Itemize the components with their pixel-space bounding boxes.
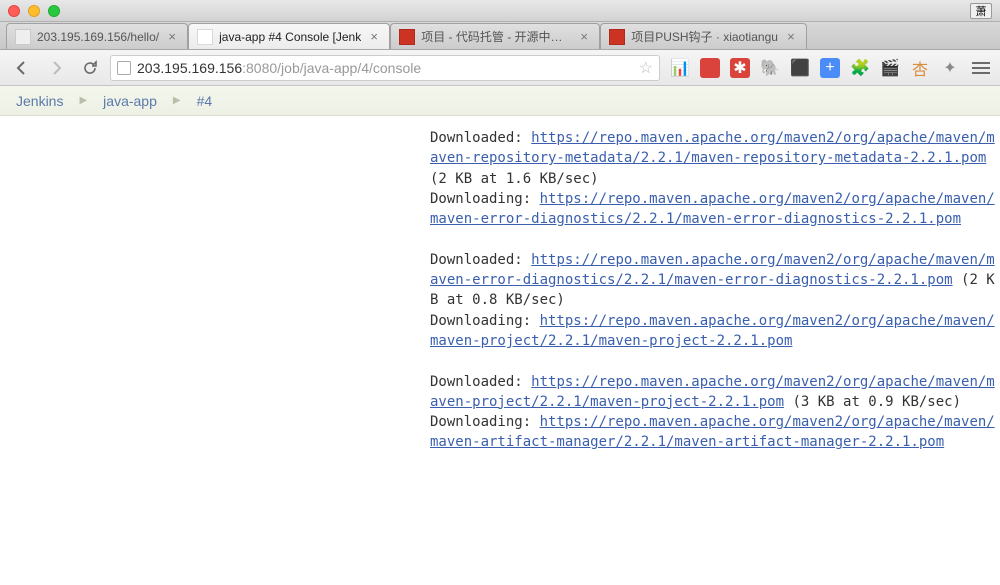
console-output: Downloaded: https://repo.maven.apache.or… <box>430 116 1000 453</box>
favicon-icon <box>609 29 625 45</box>
tab-0[interactable]: 203.195.169.156/hello/ × <box>6 23 188 49</box>
tab-close-icon[interactable]: × <box>367 29 381 44</box>
back-button[interactable] <box>8 55 36 81</box>
console-text: Downloaded: <box>430 374 531 390</box>
breadcrumb-item[interactable]: Jenkins <box>16 93 63 109</box>
console-text: Downloading: <box>430 313 540 329</box>
console-text: Downloading: <box>430 191 540 207</box>
extension-icon-7[interactable]: 🎬 <box>880 58 900 78</box>
reload-button[interactable] <box>76 55 104 81</box>
console-text: Downloading: <box>430 414 540 430</box>
tab-3[interactable]: 项目PUSH钩子 · xiaotiangu × <box>600 23 807 49</box>
breadcrumb-item[interactable]: #4 <box>197 93 213 109</box>
page-icon <box>117 61 131 75</box>
bookmark-star-icon[interactable]: ☆ <box>639 58 653 78</box>
tab-label: 203.195.169.156/hello/ <box>37 30 159 44</box>
console-text: Downloaded: <box>430 130 531 146</box>
tab-1[interactable]: java-app #4 Console [Jenk × <box>188 23 390 49</box>
user-badge[interactable]: 萧 <box>970 3 992 19</box>
breadcrumb: Jenkins ▶ java-app ▶ #4 <box>0 86 1000 116</box>
console-text: (3 KB at 0.9 KB/sec) <box>784 394 961 410</box>
extension-icon-4[interactable]: ⬛ <box>790 58 810 78</box>
tab-close-icon[interactable]: × <box>577 29 591 44</box>
url-text: 203.195.169.156:8080/job/java-app/4/cons… <box>137 60 633 76</box>
extension-icons: 📊 ✱ 🐘 ⬛ + 🧩 🎬 杏 ✦ <box>666 58 964 78</box>
extension-icon-9[interactable]: ✦ <box>940 58 960 78</box>
extension-icon-5[interactable]: + <box>820 58 840 78</box>
url-path: /job/java-app/4/console <box>277 60 421 76</box>
breadcrumb-separator-icon: ▶ <box>79 95 87 106</box>
tab-2[interactable]: 项目 - 代码托管 - 开源中国社 × <box>390 23 600 49</box>
traffic-lights <box>8 5 60 17</box>
address-bar[interactable]: 203.195.169.156:8080/job/java-app/4/cons… <box>110 55 660 81</box>
extension-icon-1[interactable] <box>700 58 720 78</box>
extension-icon-0[interactable]: 📊 <box>670 58 690 78</box>
tab-label: java-app #4 Console [Jenk <box>219 30 361 44</box>
menu-button[interactable] <box>970 58 992 78</box>
tab-label: 项目 - 代码托管 - 开源中国社 <box>421 28 571 45</box>
zoom-window-button[interactable] <box>48 5 60 17</box>
favicon-icon <box>399 29 415 45</box>
browser-toolbar: 203.195.169.156:8080/job/java-app/4/cons… <box>0 50 1000 86</box>
tab-close-icon[interactable]: × <box>165 29 179 44</box>
extension-icon-6[interactable]: 🧩 <box>850 58 870 78</box>
favicon-icon <box>197 29 213 45</box>
extension-icon-3[interactable]: 🐘 <box>760 58 780 78</box>
breadcrumb-separator-icon: ▶ <box>173 95 181 106</box>
tab-close-icon[interactable]: × <box>784 29 798 44</box>
favicon-icon <box>15 29 31 45</box>
tab-label: 项目PUSH钩子 · xiaotiangu <box>631 28 778 45</box>
console-text: Downloaded: <box>430 252 531 268</box>
extension-icon-2[interactable]: ✱ <box>730 58 750 78</box>
minimize-window-button[interactable] <box>28 5 40 17</box>
extension-icon-8[interactable]: 杏 <box>910 58 930 78</box>
breadcrumb-item[interactable]: java-app <box>103 93 157 109</box>
tab-strip: 203.195.169.156/hello/×java-app #4 Conso… <box>0 22 1000 50</box>
url-port: :8080 <box>242 60 277 76</box>
forward-button[interactable] <box>42 55 70 81</box>
window-titlebar: 萧 <box>0 0 1000 22</box>
close-window-button[interactable] <box>8 5 20 17</box>
url-host: 203.195.169.156 <box>137 60 242 76</box>
